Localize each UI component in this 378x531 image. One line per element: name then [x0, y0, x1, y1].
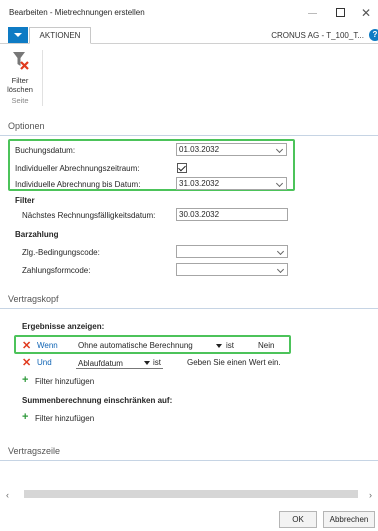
maximize-icon[interactable] [330, 4, 352, 22]
cancel-button[interactable]: Abbrechen [323, 511, 375, 528]
clear-filter-label-2: löschen [7, 85, 33, 94]
individuelle-bis-label: Individuelle Abrechnung bis Datum: [15, 180, 141, 189]
scroll-left-icon[interactable]: ‹ [6, 490, 9, 500]
add-filter-link-2[interactable]: Filter hinzufügen [35, 414, 94, 423]
add-filter-icon[interactable]: + [22, 412, 32, 423]
individuelle-bis-field[interactable]: 31.03.2032 [176, 177, 287, 190]
chevron-down-icon [275, 145, 284, 154]
add-filter-link-1[interactable]: Filter hinzufügen [35, 377, 94, 386]
horizontal-scrollbar[interactable]: ‹ › [6, 488, 372, 500]
ribbon-group-label: Seite [11, 96, 29, 105]
filter-heading: Filter [15, 196, 35, 205]
buchungsdatum-field[interactable]: 01.03.2032 [176, 143, 287, 156]
filter-cmp-1: ist [226, 341, 234, 350]
minimize-icon[interactable] [302, 4, 324, 22]
filter-op-und[interactable]: Und [37, 358, 52, 367]
naechstes-faelligkeit-value: 30.03.2032 [179, 210, 220, 219]
naechstes-faelligkeit-field[interactable]: 30.03.2032 [176, 208, 288, 221]
ok-button[interactable]: OK [279, 511, 317, 528]
chevron-down-icon [276, 247, 285, 256]
filter-value-2[interactable]: Geben Sie einen Wert ein. [187, 358, 281, 367]
zahlungsformcode-label: Zahlungsformcode: [22, 266, 91, 275]
close-icon[interactable]: ✕ [355, 4, 377, 22]
section-vertragskopf[interactable]: Vertragskopf [0, 289, 378, 309]
company-name[interactable]: CRONUS AG - T_100_T... [271, 31, 364, 40]
tab-aktionen[interactable]: AKTIONEN [29, 27, 91, 44]
zlg-bedingungscode-field[interactable] [176, 245, 288, 258]
buchungsdatum-value: 01.03.2032 [179, 145, 220, 154]
ribbon-divider [42, 50, 43, 106]
title-bar: Bearbeiten - Mietrechnungen erstellen ✕ [0, 0, 378, 26]
chevron-down-icon [276, 265, 285, 274]
chevron-down-icon [275, 179, 284, 188]
clear-filter-button[interactable]: Filter löschen [4, 48, 36, 94]
zahlungsformcode-field[interactable] [176, 263, 288, 276]
ergebnisse-heading: Ergebnisse anzeigen: [22, 322, 105, 331]
ribbon-tab-bar: AKTIONEN CRONUS AG - T_100_T... ? [0, 26, 378, 44]
clear-filter-label-1: Filter [11, 76, 29, 85]
summen-heading: Summenberechnung einschränken auf: [22, 396, 173, 405]
individueller-zeitraum-checkbox[interactable] [177, 163, 187, 173]
zlg-bedingungscode-label: Zlg.-Bedingungscode: [22, 248, 100, 257]
app-menu-button[interactable] [8, 27, 28, 43]
window-title: Bearbeiten - Mietrechnungen erstellen [9, 8, 145, 17]
barzahlung-heading: Barzahlung [15, 230, 59, 239]
filter-cmp-2: ist [153, 358, 161, 367]
add-filter-icon[interactable]: + [22, 375, 32, 386]
clear-filter-icon [13, 52, 29, 70]
dropdown-arrow-icon[interactable] [216, 344, 222, 348]
section-vertragszeile[interactable]: Vertragszeile [0, 441, 378, 461]
delete-filter-icon[interactable]: ✕ [22, 341, 32, 352]
individueller-zeitraum-label: Individueller Abrechnungszeitraum: [15, 164, 140, 173]
naechstes-faelligkeit-label: Nächstes Rechnungsfälligkeitsdatum: [22, 211, 156, 220]
section-optionen[interactable]: Optionen [0, 116, 378, 136]
scroll-thumb[interactable] [24, 490, 358, 498]
individuelle-bis-value: 31.03.2032 [179, 179, 220, 188]
buchungsdatum-label: Buchungsdatum: [15, 146, 76, 155]
filter-field-2[interactable]: Ablaufdatum [78, 359, 123, 368]
scroll-right-icon[interactable]: › [369, 490, 372, 500]
dropdown-arrow-icon[interactable] [144, 361, 150, 365]
filter-op-wenn[interactable]: Wenn [37, 341, 58, 350]
filter-value-1[interactable]: Nein [258, 341, 274, 350]
filter-field-1[interactable]: Ohne automatische Berechnung [78, 341, 193, 350]
ribbon-body: Filter löschen Seite [0, 44, 378, 110]
help-icon[interactable]: ? [369, 29, 378, 41]
delete-filter-icon[interactable]: ✕ [22, 358, 32, 369]
